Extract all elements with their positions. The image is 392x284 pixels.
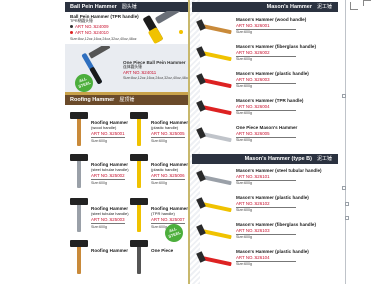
roofing-hammer-image xyxy=(130,240,148,274)
roofing-item-art: ART NO.:625003 xyxy=(91,217,125,222)
mason-item-spec: Size:600g xyxy=(236,138,252,142)
mason-item-name: Mason's Hammer (TPR handle) xyxy=(236,98,304,103)
roofing-item-art: ART NO.:625006 xyxy=(151,173,185,178)
mason-hammer-image xyxy=(196,251,232,267)
mason-b-header-cn: 泥工锤 xyxy=(316,156,332,162)
mason-item-art: ART NO.:626004 xyxy=(236,104,270,109)
roofing-header-cn: 屋顶锤 xyxy=(119,97,135,103)
ball-peen-art-1: ART NO.:624009 xyxy=(75,24,109,29)
roofing-item-sub: (wood handle) xyxy=(91,125,117,130)
mason-hammer-image xyxy=(196,127,232,143)
right-column: Mason's Hammer 泥工锤 Mason's Hammer (wood h… xyxy=(188,0,338,284)
roofing-item-sub: (plastic handle) xyxy=(151,167,179,172)
roofing-item-divider xyxy=(91,179,125,180)
mason-hammer-image xyxy=(196,19,232,35)
annotation-marker xyxy=(342,94,346,98)
roofing-hammer-image xyxy=(130,198,148,232)
roofing-item-divider xyxy=(91,223,125,224)
one-piece-art: ART NO.:624011 xyxy=(123,70,157,75)
roofing-item-sub: (TPR handle) xyxy=(151,211,175,216)
roofing-item-art: ART NO.:625002 xyxy=(91,173,125,178)
roofing-item-spec: Size:600g xyxy=(91,225,107,229)
mason-item-spec: Size:600g xyxy=(236,208,252,212)
mason-item-name: Mason's Hammer (steel tubular handle) xyxy=(236,168,322,173)
black-swatch xyxy=(70,25,73,28)
mason-header-cn: 泥工锤 xyxy=(316,4,332,10)
mason-item-name: Mason's Hammer (fiberglass handle) xyxy=(236,222,316,227)
mason-item-spec: Size:600g xyxy=(236,30,252,34)
mason-item-spec: Size:600g xyxy=(236,235,252,239)
roofing-hammer-image xyxy=(70,240,88,274)
roofing-header: Roofing Hammer 屋顶锤 xyxy=(65,95,189,105)
ball-peen-header-cn: 圆头锤 xyxy=(121,4,137,10)
roofing-item-divider xyxy=(151,137,185,138)
mason-item-spec: Size:600g xyxy=(236,57,252,61)
roofing-item-art: ART NO.:625005 xyxy=(151,131,185,136)
mason-item-spec: Size:600g xyxy=(236,111,252,115)
crop-mark-icon xyxy=(363,0,371,6)
annotation-marker xyxy=(345,216,349,220)
mason-item-art: ART NO.:626103 xyxy=(236,228,270,233)
annotation-marker xyxy=(345,202,349,206)
left-column: Ball Pein Hammer 圆头锤 Ball Pein Hammer (TP… xyxy=(65,0,190,284)
catalog-page: Ball Pein Hammer 圆头锤 Ball Pein Hammer (TP… xyxy=(0,0,392,284)
yellow-marker-icon xyxy=(179,30,183,34)
roofing-hammer-image xyxy=(70,112,88,146)
roofing-item-spec: Size:600g xyxy=(151,181,167,185)
mason-item-spec: Size:600g xyxy=(236,262,252,266)
mason-hammer-image xyxy=(196,224,232,240)
mason-hammer-image xyxy=(196,73,232,89)
mason-item-name: Mason's Hammer (plastic handle) xyxy=(236,249,309,254)
mason-hammer-image xyxy=(196,100,232,116)
roofing-item-name: One Piece xyxy=(151,248,174,253)
roofing-item-art: ART NO.:625007 xyxy=(151,217,185,222)
mason-item-art: ART NO.:626001 xyxy=(236,23,270,28)
mason-header: Mason's Hammer 泥工锤 xyxy=(192,2,338,12)
mason-item-name: Mason's Hammer (fiberglass handle) xyxy=(236,44,316,49)
mason-hammer-image xyxy=(196,197,232,213)
red-swatch xyxy=(70,31,73,34)
roofing-item-art: ART NO.:625001 xyxy=(91,131,125,136)
roofing-hammer-image xyxy=(130,154,148,188)
mason-item-spec: Size:600g xyxy=(236,181,252,185)
mason-item-art: ART NO.:626003 xyxy=(236,77,270,82)
roofing-item-spec: Size:600g xyxy=(151,139,167,143)
mason-item-name: Mason's Hammer (plastic handle) xyxy=(236,71,309,76)
mason-header-title: Mason's Hammer xyxy=(266,4,312,10)
roofing-item-sub: (plastic handle) xyxy=(151,125,179,130)
mason-item-spec: Size:600g xyxy=(236,84,252,88)
roofing-item-sub: (steel tubular handle) xyxy=(91,167,129,172)
roofing-item-divider xyxy=(151,223,185,224)
annotation-marker xyxy=(342,186,346,190)
roofing-header-title: Roofing Hammer xyxy=(70,97,115,103)
mason-item-art: ART NO.:626101 xyxy=(236,174,270,179)
roofing-hammer-image xyxy=(130,112,148,146)
mason-item-art: ART NO.:626102 xyxy=(236,201,270,206)
mason-item-name: One Piece Mason's Hammer xyxy=(236,125,298,130)
mason-item-art: ART NO.:626002 xyxy=(236,50,270,55)
ball-peen-art-2: ART NO.:624010 xyxy=(75,30,109,35)
mason-item-name: Mason's Hammer (plastic handle) xyxy=(236,195,309,200)
mason-item-name: Mason's Hammer (wood handle) xyxy=(236,17,307,22)
roofing-item-sub: (steel tubular handle) xyxy=(91,211,129,216)
roofing-hammer-image xyxy=(70,154,88,188)
ball-peen-hammer-image xyxy=(143,11,181,44)
ball-peen-spec: Size:8oz,12oz,16oz,24oz,32oz,40oz,48oz xyxy=(70,37,137,41)
ball-peen-header-title: Ball Pein Hammer xyxy=(70,4,117,10)
annotation-margin-line xyxy=(345,0,346,284)
roofing-hammer-image xyxy=(70,198,88,232)
mason-b-header: Mason's Hammer (type B) 泥工锤 xyxy=(192,154,338,164)
mason-b-header-title: Mason's Hammer (type B) xyxy=(244,156,312,162)
roofing-item-spec: Size:600g xyxy=(91,139,107,143)
roofing-item-divider xyxy=(151,179,185,180)
mason-item-art: ART NO.:626104 xyxy=(236,255,270,260)
one-piece-spec: Size:8oz,12oz,16oz,24oz,32oz,40oz,48oz xyxy=(123,76,190,80)
roofing-item-divider xyxy=(91,137,125,138)
crop-mark-icon xyxy=(350,2,358,10)
roofing-item-spec: Size:600g xyxy=(91,181,107,185)
roofing-item-name: Roofing Hammer xyxy=(91,248,129,253)
mason-hammer-image xyxy=(196,46,232,62)
mason-hammer-image xyxy=(196,170,232,186)
mason-item-art: ART NO.:626005 xyxy=(236,131,270,136)
